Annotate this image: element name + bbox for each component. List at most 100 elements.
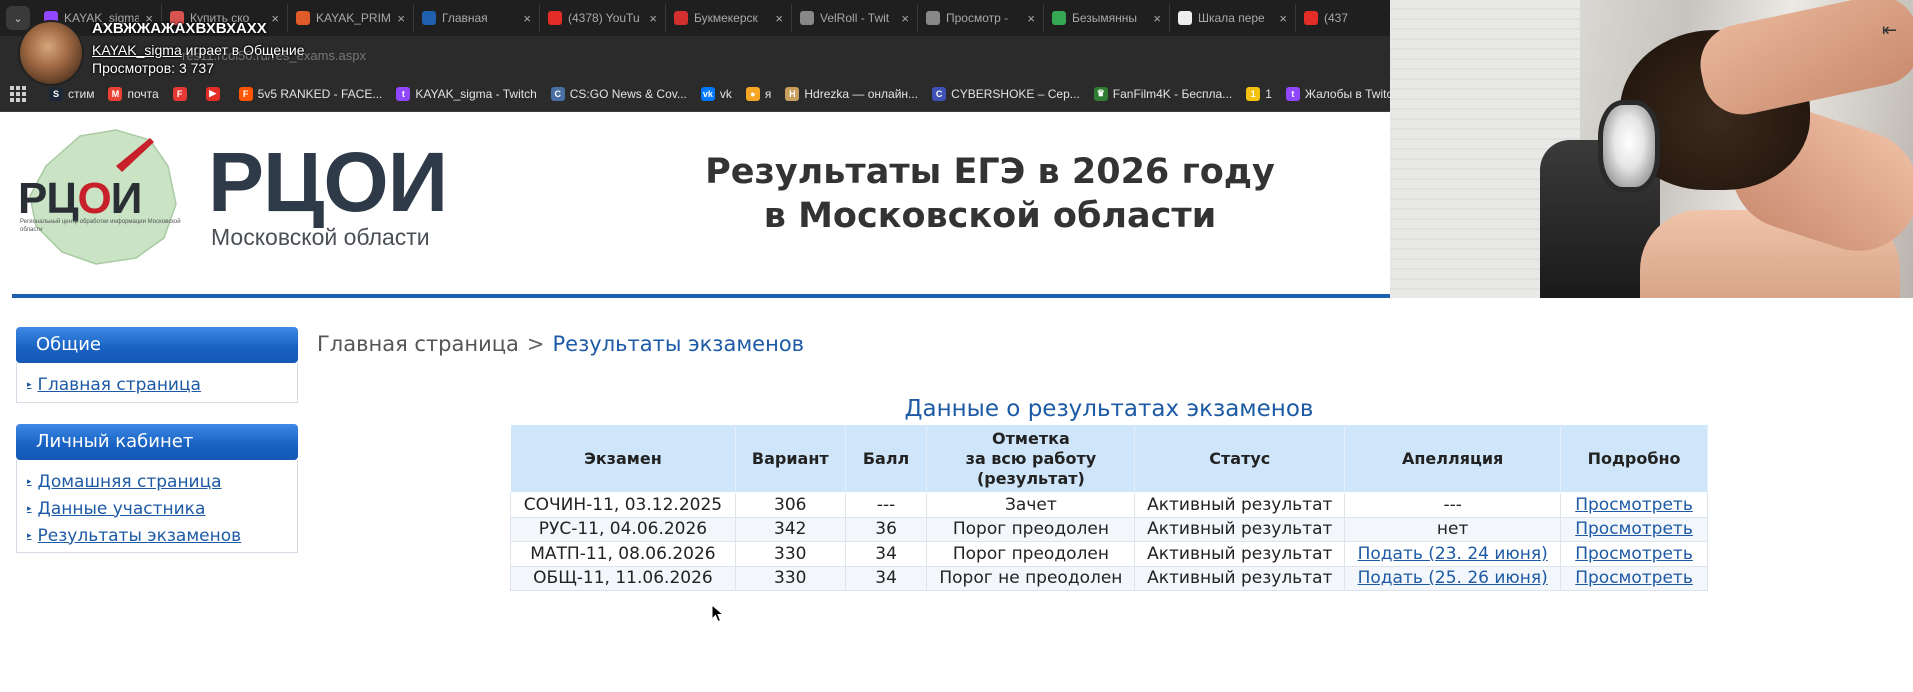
screen: ⌄ KAYAK_sigma × Купить ско × KAYAK_PRIM × Глав…: [0, 0, 1913, 692]
table-row: СОЧИН-11, 03.12.2025 306 --- Зачет Активный …: [510, 492, 1708, 518]
bookmark-favicon-icon: t: [1285, 86, 1300, 101]
bookmark-item[interactable]: ▶: [199, 86, 232, 101]
bookmark-item[interactable]: F: [166, 86, 199, 101]
bookmark-favicon-icon: C: [932, 86, 947, 101]
tab-title: Безымянны: [1072, 11, 1138, 25]
headset: [1598, 100, 1660, 192]
bookmark-item[interactable]: C CYBERSHOKE – Сер...: [925, 86, 1087, 101]
bullet-arrow-icon: ▸: [27, 503, 32, 514]
bookmark-label: стим: [68, 86, 95, 101]
close-icon[interactable]: ×: [775, 11, 783, 26]
bookmark-favicon-icon: vk: [700, 86, 715, 101]
bookmark-item[interactable]: t Жалобы в Twitch: [1279, 86, 1390, 101]
cell-details: Просмотреть: [1560, 541, 1708, 567]
bookmark-item[interactable]: C CS:GO News & Cov...: [544, 86, 694, 101]
bookmark-item[interactable]: F 5v5 RANKED - FACE...: [232, 86, 390, 101]
bookmark-label: 1: [1265, 86, 1272, 101]
cell-exam: ОБЩ-11, 11.06.2026: [510, 565, 736, 591]
bookmark-item[interactable]: 11: [1239, 86, 1279, 101]
overlay-playing: KAYAK_sigma играет в Общение: [92, 42, 304, 58]
sidebar-item-results[interactable]: ▸ Результаты экзаменов: [27, 522, 297, 549]
close-icon[interactable]: ×: [1279, 11, 1287, 26]
close-icon[interactable]: ×: [1153, 11, 1161, 26]
sidebar-section-general: Общие: [16, 327, 298, 363]
bookmark-label: CS:GO News & Cov...: [569, 86, 687, 101]
tab-favicon-icon: [674, 11, 688, 25]
webcam-feed: [1390, 0, 1913, 298]
bookmark-favicon-icon: t: [396, 86, 411, 101]
cell-status: Активный результат: [1134, 516, 1346, 542]
results-caption: Данные о результатах экзаменов: [904, 396, 1314, 422]
tab-title: Просмотр -: [946, 11, 1009, 25]
sidebar-item-homepage[interactable]: ▸ Домашняя страница: [27, 468, 297, 495]
browser-tab[interactable]: VelRoll - Twit ×: [792, 4, 918, 32]
details-link[interactable]: Просмотреть: [1575, 495, 1693, 515]
breadcrumb: Главная страница > Результаты экзаменов: [317, 332, 804, 356]
cell-score: 34: [844, 541, 928, 567]
close-icon[interactable]: ×: [649, 11, 657, 26]
sidebar-section-account: Личный кабинет: [16, 424, 298, 460]
bookmark-favicon-icon: ▶: [205, 86, 220, 101]
cell-status: Активный результат: [1134, 541, 1346, 567]
bookmark-item[interactable]: vk vk: [694, 86, 739, 101]
overlay-views: Просмотров: 3 737: [92, 60, 214, 76]
sidebar-item-home[interactable]: ▸ Главная страница: [27, 371, 297, 398]
details-link[interactable]: Просмотреть: [1575, 544, 1693, 564]
bookmark-item[interactable]: t KAYAK_sigma - Twitch: [389, 86, 543, 101]
browser-tab[interactable]: Букмекерск ×: [666, 4, 792, 32]
cell-mark: Порог не преодолен: [926, 565, 1136, 591]
bookmark-label: Жалобы в Twitch: [1304, 86, 1390, 101]
close-icon[interactable]: ×: [397, 11, 405, 26]
collapse-arrow-icon[interactable]: ⇤: [1882, 20, 1897, 41]
appeal-link[interactable]: Подать (23. 24 июня): [1358, 544, 1548, 564]
cell-appeal: ---: [1344, 492, 1562, 518]
close-icon[interactable]: ×: [901, 11, 909, 26]
sidebar-account-links: ▸ Домашняя страница ▸ Данные участника ▸ Ре…: [16, 460, 298, 553]
column-header: Балл: [844, 424, 928, 493]
details-link[interactable]: Просмотреть: [1575, 519, 1693, 539]
browser-tab[interactable]: (437×: [1296, 4, 1390, 32]
bookmark-item[interactable]: ♛ FanFilm4K - Беспла...: [1087, 86, 1239, 101]
cell-appeal: Подать (23. 24 июня): [1344, 541, 1562, 567]
logo-title[interactable]: РЦОИ: [208, 134, 448, 230]
bookmark-item[interactable]: Mпочта: [101, 86, 165, 101]
logo-caption: Региональный центр обработки информации …: [20, 219, 181, 233]
cell-variant: 330: [734, 541, 846, 567]
appeal-link[interactable]: Подать (25. 26 июня): [1358, 568, 1548, 588]
breadcrumb-home[interactable]: Главная страница: [317, 332, 519, 356]
cell-appeal: нет: [1344, 516, 1562, 542]
bookmark-item[interactable]: H Hdrezka — онлайн...: [778, 86, 925, 101]
column-header: Экзамен: [510, 424, 736, 493]
sidebar-item-participant[interactable]: ▸ Данные участника: [27, 495, 297, 522]
bookmark-label: Hdrezka — онлайн...: [804, 86, 919, 101]
sidebar-general-links: ▸ Главная страница: [16, 363, 298, 403]
bookmark-favicon-icon: ♛: [1093, 86, 1108, 101]
logo-small-text: РЦОИ: [18, 174, 142, 223]
details-link[interactable]: Просмотреть: [1575, 568, 1693, 588]
page-title: Результаты ЕГЭ в 2026 году в Московской …: [705, 152, 1275, 236]
cell-details: Просмотреть: [1560, 516, 1708, 542]
column-header: Вариант: [734, 424, 846, 493]
overlay-name: АХВЖЖАЖАХВХВХАХХ: [92, 20, 267, 37]
browser-tab[interactable]: Просмотр - ×: [918, 4, 1044, 32]
tab-title: Главная: [442, 11, 488, 25]
bookmark-favicon-icon: ●: [745, 86, 760, 101]
column-header: Апелляция: [1344, 424, 1562, 493]
bookmark-favicon-icon: F: [238, 86, 253, 101]
close-icon[interactable]: ×: [1027, 11, 1035, 26]
bookmark-label: CYBERSHOKE – Сер...: [951, 86, 1080, 101]
tab-favicon-icon: [926, 11, 940, 25]
browser-tab[interactable]: Шкала пере ×: [1170, 4, 1296, 32]
browser-tab[interactable]: Главная ×: [414, 4, 540, 32]
browser-tab[interactable]: (4378) YouTu ×: [540, 4, 666, 32]
tab-favicon-icon: [422, 11, 436, 25]
tab-favicon-icon: [1052, 11, 1066, 25]
apps-grid-icon[interactable]: [10, 85, 26, 102]
bookmark-item[interactable]: ● я: [739, 86, 779, 101]
bookmark-item[interactable]: Sстим: [42, 86, 101, 101]
bullet-arrow-icon: ▸: [27, 476, 32, 487]
close-icon[interactable]: ×: [523, 11, 531, 26]
cell-mark: Зачет: [926, 492, 1136, 518]
tab-favicon-icon: [548, 11, 562, 25]
browser-tab[interactable]: Безымянны ×: [1044, 4, 1170, 32]
